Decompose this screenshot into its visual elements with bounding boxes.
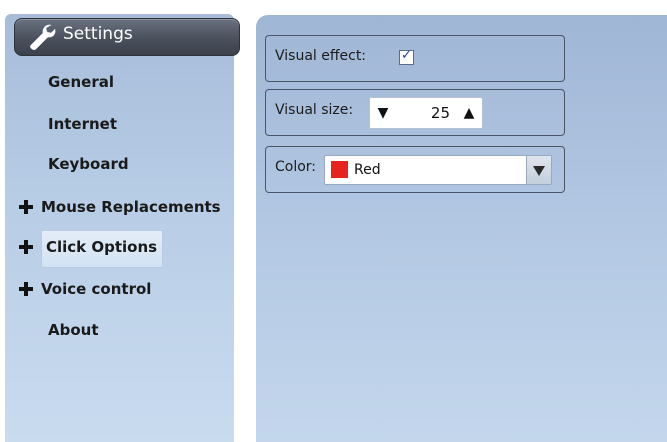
sidebar-item-label: About <box>48 321 99 339</box>
sidebar-item-label: Internet <box>48 115 118 133</box>
settings-panel: Visual effect: ✓ Visual size: ▼ 25 ▲ Col… <box>256 15 667 442</box>
sidebar-item-mouse-replacements[interactable]: Mouse Replacements <box>18 190 233 224</box>
increment-button[interactable]: ▲ <box>458 98 480 128</box>
sidebar-title: Settings <box>63 24 133 44</box>
plus-icon[interactable] <box>18 190 36 224</box>
color-label: Color: <box>275 159 317 175</box>
sidebar-item-click-options[interactable]: Click Options <box>18 230 178 268</box>
sidebar-item-label: Voice control <box>41 280 152 298</box>
visual-effect-checkbox[interactable]: ✓ <box>399 48 414 65</box>
sidebar-item-voice-control[interactable]: Voice control <box>18 272 188 306</box>
color-swatch <box>331 161 348 178</box>
sidebar-header: Settings <box>14 18 240 56</box>
visual-size-value: 25 <box>430 104 450 122</box>
plus-icon[interactable] <box>18 272 36 306</box>
wrench-icon <box>30 24 56 50</box>
sidebar-item-label: General <box>48 73 114 91</box>
plus-icon[interactable] <box>18 230 36 264</box>
sidebar: Settings General Internet Keyboard Mouse… <box>5 14 240 442</box>
chevron-down-icon[interactable] <box>526 156 551 184</box>
color-selected-value: Red <box>354 162 381 178</box>
decrement-button[interactable]: ▼ <box>372 98 394 128</box>
color-row: Color: Red <box>265 146 565 193</box>
visual-effect-label: Visual effect: <box>275 48 367 64</box>
visual-size-label: Visual size: <box>275 102 354 118</box>
visual-size-stepper[interactable]: ▼ 25 ▲ <box>369 97 483 129</box>
sidebar-item-label: Click Options <box>46 238 158 256</box>
color-dropdown[interactable]: Red <box>324 155 552 185</box>
checkmark-icon: ✓ <box>401 48 412 63</box>
visual-effect-row: Visual effect: ✓ <box>265 35 565 82</box>
visual-size-row: Visual size: ▼ 25 ▲ <box>265 89 565 136</box>
sidebar-item-label: Keyboard <box>48 155 129 173</box>
sidebar-item-label: Mouse Replacements <box>41 198 221 216</box>
